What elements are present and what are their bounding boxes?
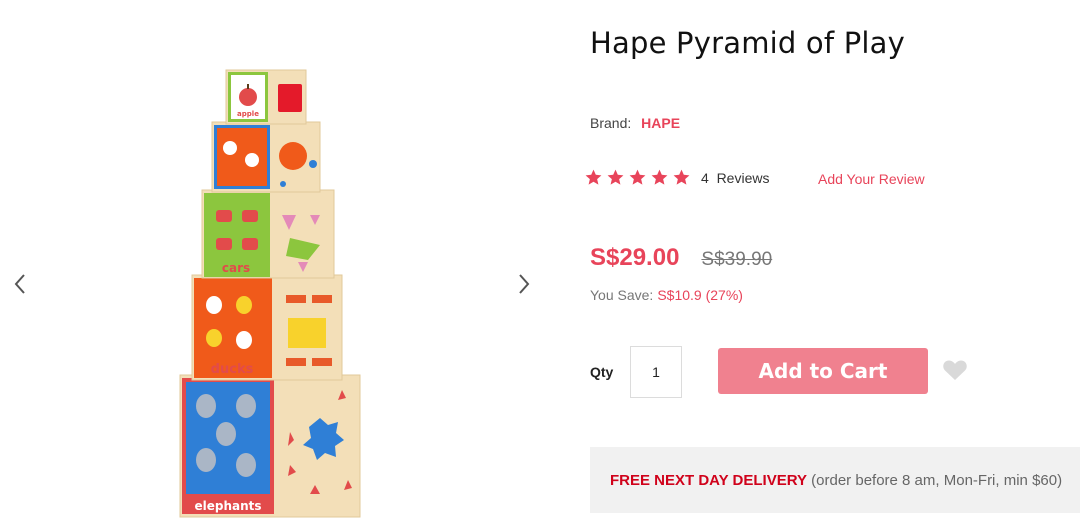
review-count-link[interactable]: 4 Reviews [701, 170, 769, 186]
gallery-prev-button[interactable] [8, 268, 32, 300]
block-ducks: ducks [191, 274, 343, 381]
block-apple: apple [225, 69, 307, 125]
original-price: S$39.90 [701, 249, 773, 270]
block-cars: cars [201, 189, 335, 279]
savings-row: You Save: S$10.9 (27%) [590, 287, 743, 303]
add-to-cart-button[interactable]: Add to Cart [718, 348, 928, 394]
apple-label: apple [237, 110, 259, 118]
product-gallery: elephants ducks cars apple [0, 0, 560, 525]
star-icon [607, 169, 624, 185]
elephants-label: elephants [194, 499, 261, 513]
star-icon [651, 169, 668, 185]
brand-row: Brand: HAPE [590, 115, 680, 131]
product-info: Hape Pyramid of Play Brand: HAPE 4 Revie… [585, 0, 1080, 525]
delivery-banner: FREE NEXT DAY DELIVERY (order before 8 a… [590, 447, 1080, 513]
gallery-next-button[interactable] [512, 268, 536, 300]
qty-input[interactable] [630, 346, 682, 398]
delivery-text: FREE NEXT DAY DELIVERY (order before 8 a… [610, 472, 1062, 489]
product-image[interactable]: elephants ducks cars apple [170, 60, 370, 522]
star-icon [629, 169, 646, 185]
qty-label: Qty [590, 364, 614, 380]
rating-row: 4 Reviews Add Your Review [584, 168, 925, 187]
block-butterflies [211, 121, 321, 193]
current-price: S$29.00 [590, 244, 680, 271]
ducks-label: ducks [211, 362, 254, 377]
delivery-detail: (order before 8 am, Mon-Fri, min $60) [807, 472, 1063, 489]
cars-label: cars [222, 261, 250, 275]
add-review-link[interactable]: Add Your Review [818, 171, 925, 187]
chevron-left-icon [14, 274, 25, 294]
product-title: Hape Pyramid of Play [590, 26, 905, 60]
chevron-right-icon [519, 274, 530, 294]
price-row: S$29.00 S$39.90 [590, 244, 772, 272]
heart-icon[interactable] [942, 358, 968, 382]
brand-label: Brand: [590, 115, 632, 131]
brand-link[interactable]: HAPE [641, 115, 680, 131]
rating-stars [584, 168, 691, 187]
star-icon [585, 169, 602, 185]
you-save-label: You Save: [590, 287, 654, 303]
you-save-value: S$10.9 (27%) [657, 287, 743, 303]
star-icon [673, 169, 690, 185]
block-elephants: elephants [179, 374, 361, 518]
delivery-highlight: FREE NEXT DAY DELIVERY [610, 472, 807, 489]
